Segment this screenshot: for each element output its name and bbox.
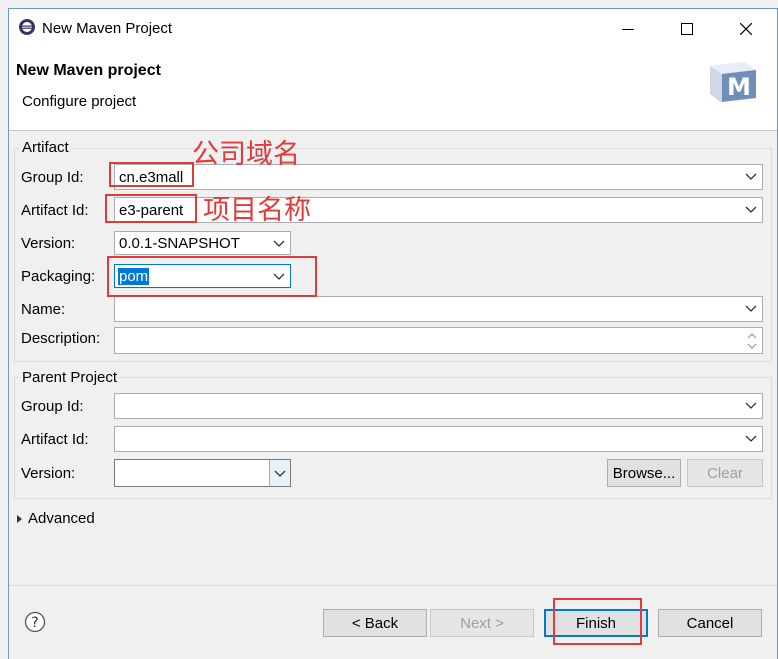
version-label: Version:	[21, 235, 76, 252]
parent-artifact-id-label: Artifact Id:	[21, 431, 89, 448]
expand-triangle-icon[interactable]	[16, 514, 24, 524]
packaging-annotation-box	[107, 256, 317, 297]
name-label: Name:	[21, 301, 66, 318]
group-id-annotation-box	[109, 162, 194, 187]
footer-divider	[9, 585, 777, 586]
version-value: 0.0.1-SNAPSHOT	[119, 235, 240, 252]
chevron-down-icon	[745, 173, 757, 180]
parent-version-label: Version:	[21, 465, 76, 482]
parent-version-dropdown-button[interactable]	[269, 460, 290, 486]
chevron-down-icon	[745, 206, 757, 213]
company-domain-annotation: 公司域名	[192, 139, 300, 170]
chevron-down-icon	[745, 435, 757, 442]
name-field[interactable]	[114, 296, 763, 322]
finish-annotation-box	[553, 598, 642, 645]
help-icon[interactable]: ?	[24, 611, 46, 633]
spinner-icon	[747, 333, 757, 349]
minimize-button[interactable]	[610, 14, 646, 44]
chevron-down-icon	[274, 470, 286, 477]
maximize-icon	[681, 23, 693, 35]
parent-project-group-title: Parent Project	[20, 369, 120, 386]
version-combo[interactable]: 0.0.1-SNAPSHOT	[114, 231, 291, 255]
clear-button[interactable]: Clear	[687, 459, 763, 487]
artifact-id-annotation-box	[105, 194, 197, 223]
page-subtitle: Configure project	[22, 93, 137, 110]
page-title: New Maven project	[16, 62, 161, 79]
artifact-group-title: Artifact	[20, 139, 71, 156]
parent-group-id-field[interactable]	[114, 393, 763, 419]
chevron-down-icon	[273, 240, 285, 247]
parent-group-id-label: Group Id:	[21, 398, 84, 415]
description-field[interactable]	[114, 327, 763, 354]
chevron-down-icon	[745, 305, 757, 312]
group-id-label: Group Id:	[21, 169, 84, 186]
back-button[interactable]: < Back	[323, 609, 427, 637]
parent-version-combo[interactable]	[114, 459, 291, 487]
parent-artifact-id-field[interactable]	[114, 426, 763, 452]
eclipse-app-icon	[19, 19, 35, 35]
next-button[interactable]: Next >	[430, 609, 534, 637]
window-title: New Maven Project	[42, 20, 173, 37]
packaging-label: Packaging:	[21, 268, 96, 285]
project-name-annotation: 项目名称	[203, 195, 311, 226]
chevron-down-icon	[745, 402, 757, 409]
minimize-icon	[622, 29, 634, 30]
advanced-toggle[interactable]: Advanced	[28, 510, 95, 527]
svg-text:?: ?	[31, 615, 38, 631]
close-icon	[740, 23, 752, 35]
close-button[interactable]	[728, 14, 764, 44]
description-label: Description:	[21, 330, 101, 347]
maven-logo-icon: M	[710, 62, 756, 102]
artifact-id-label: Artifact Id:	[21, 202, 89, 219]
cancel-button[interactable]: Cancel	[658, 609, 762, 637]
svg-text:M: M	[727, 73, 751, 101]
browse-button[interactable]: Browse...	[607, 459, 681, 487]
maximize-button[interactable]	[669, 14, 705, 44]
